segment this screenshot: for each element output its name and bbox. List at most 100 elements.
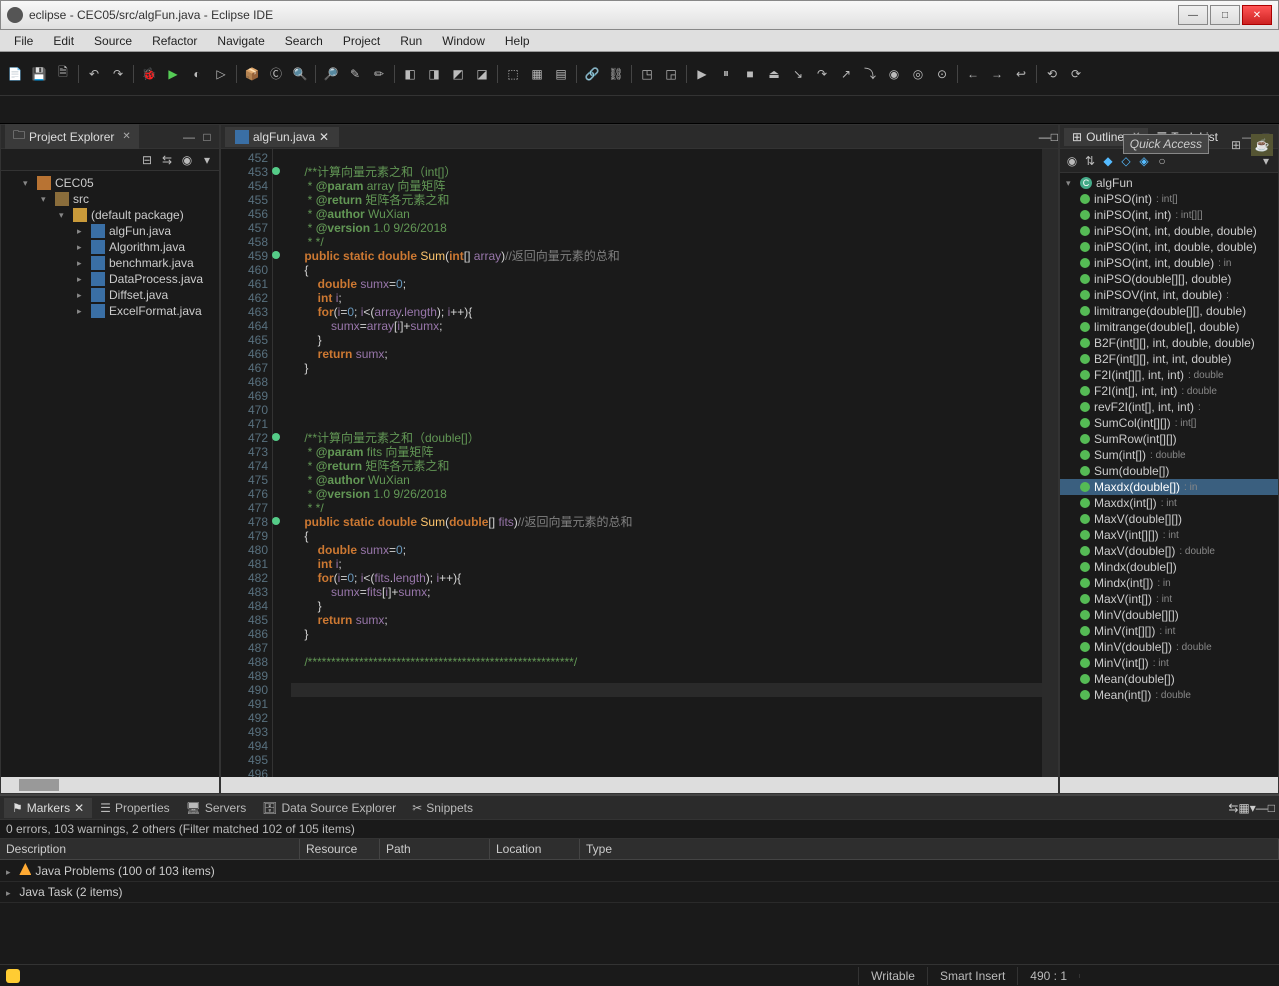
save-all-icon[interactable]: 🗎 (52, 63, 74, 85)
step-into-icon[interactable]: ↘ (787, 63, 809, 85)
outline-method[interactable]: F2I(int[][], int, int) : double (1060, 367, 1278, 383)
outline-hscroll[interactable] (1060, 777, 1278, 793)
minimize-bottom-icon[interactable]: — (1256, 801, 1268, 815)
open-perspective-icon[interactable]: ⊞ (1225, 134, 1247, 156)
menu-source[interactable]: Source (84, 32, 142, 50)
disconnect-icon[interactable]: ⏏ (763, 63, 785, 85)
coverage-icon[interactable]: ◐ (186, 63, 208, 85)
tb-end-2[interactable]: ⟳ (1065, 63, 1087, 85)
bottom-link-icon[interactable]: ⇆ (1228, 801, 1238, 815)
tb-end-1[interactable]: ⟲ (1041, 63, 1063, 85)
tip-icon[interactable] (6, 969, 20, 983)
editor-vscroll[interactable] (1042, 149, 1058, 777)
java-perspective-icon[interactable]: ☕ (1251, 134, 1273, 156)
tb-icon-2[interactable]: ◨ (423, 63, 445, 85)
menu-refactor[interactable]: Refactor (142, 32, 207, 50)
outline-method[interactable]: iniPSO(int, int, double, double) (1060, 239, 1278, 255)
drop-frame-icon[interactable]: ⤵ (859, 63, 881, 85)
outline-method[interactable]: MinV(double[][]) (1060, 607, 1278, 623)
tb-dbg-1[interactable]: ◉ (883, 63, 905, 85)
tb-link-1[interactable]: 🔗 (581, 63, 603, 85)
stop-icon[interactable]: ■ (739, 63, 761, 85)
tree-file[interactable]: ▸DataProcess.java (3, 271, 217, 287)
outline-method[interactable]: MaxV(double[]) : double (1060, 543, 1278, 559)
tb-dbg-3[interactable]: ⊙ (931, 63, 953, 85)
outline-method[interactable]: limitrange(double[][], double) (1060, 303, 1278, 319)
menu-help[interactable]: Help (495, 32, 540, 50)
properties-tab[interactable]: ☰Properties (92, 798, 177, 818)
menu-run[interactable]: Run (390, 32, 432, 50)
tb-nav-3[interactable]: ▤ (550, 63, 572, 85)
minimize-button[interactable]: — (1178, 5, 1208, 25)
editor-body[interactable]: 4524534544554564574584594604614624634644… (221, 149, 1058, 777)
outline-method[interactable]: iniPSO(int) : int[] (1060, 191, 1278, 207)
close-icon[interactable]: ✕ (74, 801, 84, 815)
outline-method[interactable]: Maxdx(double[]) : in (1060, 479, 1278, 495)
link-editor-icon[interactable]: ⇆ (159, 152, 175, 168)
tb-ext-2[interactable]: ◲ (660, 63, 682, 85)
last-edit-icon[interactable]: ↩ (1010, 63, 1032, 85)
col-location[interactable]: Location (490, 839, 580, 859)
outline-method[interactable]: Maxdx(int[]) : int (1060, 495, 1278, 511)
menu-project[interactable]: Project (333, 32, 390, 50)
editor-tab[interactable]: algFun.java ✕ (225, 127, 339, 147)
outline-class[interactable]: ▾C algFun (1060, 175, 1278, 191)
outline-tree[interactable]: ▾C algFun iniPSO(int) : int[] iniPSO(int,… (1060, 173, 1278, 777)
sort-icon[interactable]: ⇅ (1082, 153, 1098, 169)
col-resource[interactable]: Resource (300, 839, 380, 859)
maximize-panel-icon[interactable]: □ (199, 129, 215, 145)
pause-icon[interactable]: ⏸ (715, 63, 737, 85)
outline-method[interactable]: limitrange(double[], double) (1060, 319, 1278, 335)
outline-method[interactable]: MaxV(int[][]) : int (1060, 527, 1278, 543)
tree-file[interactable]: ▸benchmark.java (3, 255, 217, 271)
tree-file[interactable]: ▸ExcelFormat.java (3, 303, 217, 319)
markers-row[interactable]: ▸ Java Problems (100 of 103 items) (0, 860, 1279, 882)
new-class-icon[interactable]: Ⓒ (265, 63, 287, 85)
tree-file[interactable]: ▸Diffset.java (3, 287, 217, 303)
run-icon[interactable]: ▶ (162, 63, 184, 85)
outline-method[interactable]: MaxV(int[]) : int (1060, 591, 1278, 607)
tree-project[interactable]: ▾CEC05 (3, 175, 217, 191)
tb-icon-4[interactable]: ◪ (471, 63, 493, 85)
outline-method[interactable]: Mean(double[]) (1060, 671, 1278, 687)
outline-method[interactable]: iniPSO(int, int, double) : in (1060, 255, 1278, 271)
step-return-icon[interactable]: ↗ (835, 63, 857, 85)
tree-file[interactable]: ▸algFun.java (3, 223, 217, 239)
hide-fields-icon[interactable]: ◆ (1100, 153, 1116, 169)
search-icon[interactable]: 🔎 (320, 63, 342, 85)
new-icon[interactable]: 📄 (4, 63, 26, 85)
close-button[interactable]: ✕ (1242, 5, 1272, 25)
editor-hscroll[interactable] (221, 777, 1058, 793)
tb-icon-1[interactable]: ◧ (399, 63, 421, 85)
outline-method[interactable]: iniPSOV(int, int, double) : (1060, 287, 1278, 303)
run-last-icon[interactable]: ▷ (210, 63, 232, 85)
menu-file[interactable]: File (4, 32, 43, 50)
outline-method[interactable]: MinV(double[]) : double (1060, 639, 1278, 655)
back-icon[interactable]: ← (962, 63, 984, 85)
outline-method[interactable]: MinV(int[]) : int (1060, 655, 1278, 671)
tb-nav-1[interactable]: ⬚ (502, 63, 524, 85)
resume-icon[interactable]: ▶ (691, 63, 713, 85)
tree-file[interactable]: ▸Algorithm.java (3, 239, 217, 255)
outline-method[interactable]: B2F(int[][], int, int, double) (1060, 351, 1278, 367)
dse-tab[interactable]: 🗄Data Source Explorer (254, 798, 404, 818)
outline-method[interactable]: MaxV(double[][]) (1060, 511, 1278, 527)
tb-link-2[interactable]: ⛓ (605, 63, 627, 85)
quick-access-field[interactable]: Quick Access (1123, 134, 1209, 154)
project-explorer-tab[interactable]: 🗀 Project Explorer ✕ (5, 124, 139, 149)
maximize-editor-icon[interactable]: □ (1051, 130, 1058, 144)
bottom-filter-icon[interactable]: ▦ (1238, 801, 1249, 815)
markers-table[interactable]: Description Resource Path Location Type … (0, 839, 1279, 964)
annotation-icon[interactable]: ✏ (368, 63, 390, 85)
outline-method[interactable]: F2I(int[], int, int) : double (1060, 383, 1278, 399)
close-icon[interactable]: ✕ (319, 130, 329, 144)
outline-method[interactable]: SumCol(int[][]) : int[] (1060, 415, 1278, 431)
focus-task-icon[interactable]: ◉ (179, 152, 195, 168)
undo-icon[interactable]: ↶ (83, 63, 105, 85)
toggle-mark-icon[interactable]: ✎ (344, 63, 366, 85)
outline-method[interactable]: Sum(int[]) : double (1060, 447, 1278, 463)
outline-method[interactable]: SumRow(int[][]) (1060, 431, 1278, 447)
focus-active-icon[interactable]: ◉ (1064, 153, 1080, 169)
tree-src[interactable]: ▾src (3, 191, 217, 207)
code-area[interactable]: /**计算向量元素之和（int[]） * @param array 向量矩阵 *… (273, 149, 1042, 777)
